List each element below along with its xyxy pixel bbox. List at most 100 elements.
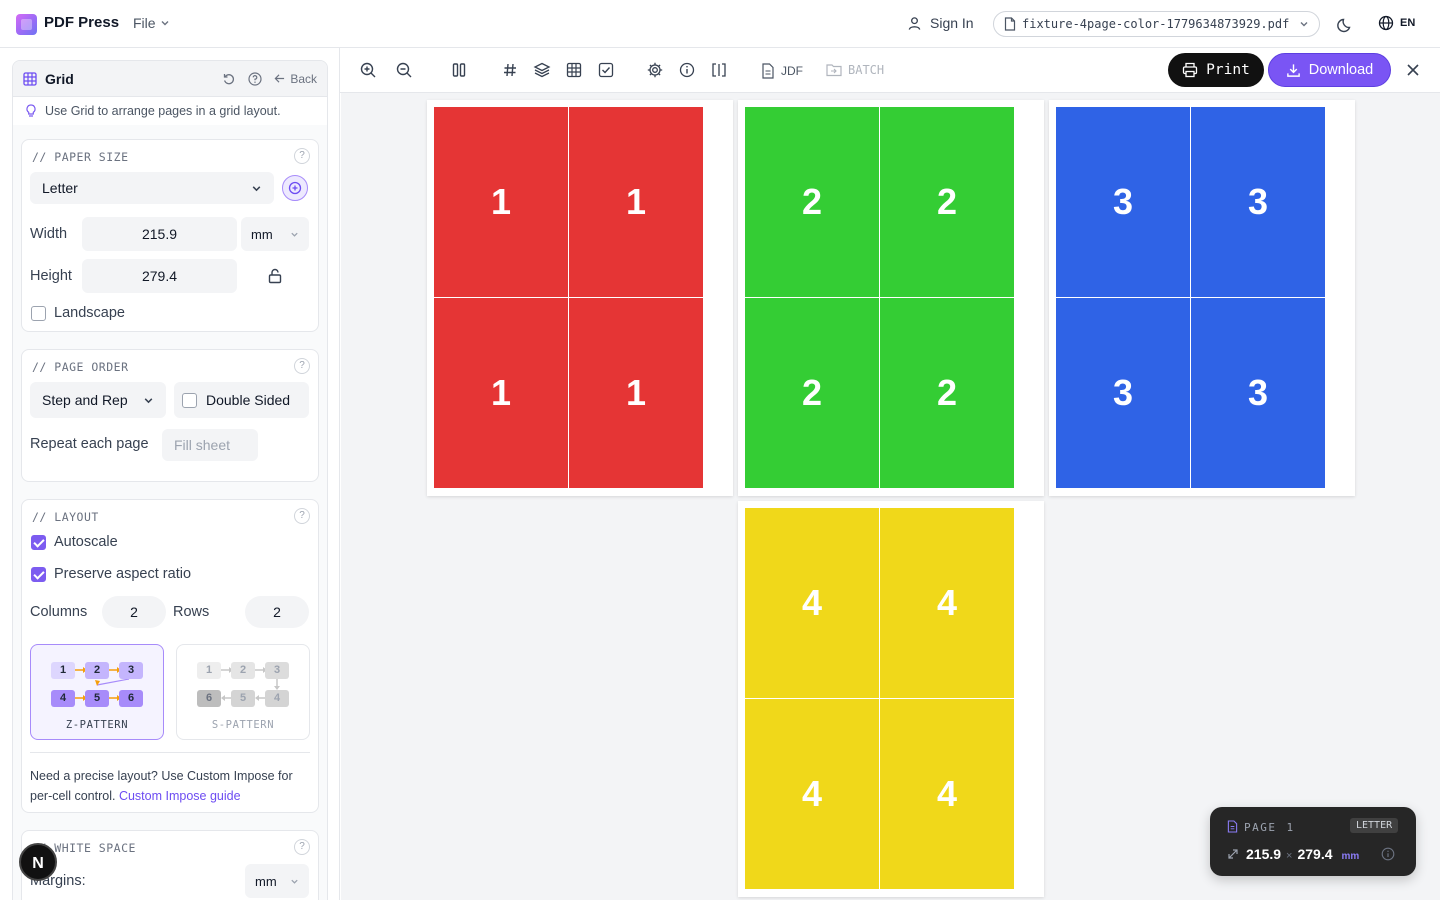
double-sided-toggle[interactable]: Double Sided	[174, 382, 309, 418]
reset-icon[interactable]	[222, 72, 236, 86]
margins-unit-select[interactable]: mm	[245, 864, 309, 898]
file-menu-button[interactable]: File	[133, 15, 170, 31]
s-pattern-option[interactable]: 1 2 3 6 5 4 S-PATTERN	[176, 644, 310, 740]
z-pattern-label: Z-PATTERN	[65, 719, 129, 731]
sign-in-button[interactable]: Sign In	[907, 15, 974, 31]
download-icon	[1286, 63, 1300, 77]
preview-canvas[interactable]: 1 1 1 1 2 2 2 2 3 3 3 3 4 4 4 4	[341, 93, 1440, 900]
page-label: PAGE	[1244, 821, 1277, 834]
custom-impose-note: Need a precise layout? Use Custom Impose…	[30, 766, 310, 806]
page-order-select[interactable]: Step and Rep	[30, 382, 166, 418]
page-tile: 4	[880, 699, 1014, 889]
help-icon[interactable]: ?	[294, 839, 310, 855]
sheet-1[interactable]: 1 1 1 1	[427, 100, 733, 496]
height-input[interactable]: 279.4	[82, 259, 237, 293]
chevron-down-icon	[291, 879, 298, 884]
sheet-grid: 4 4 4 4	[745, 508, 1014, 889]
columns-input[interactable]: 2	[102, 596, 166, 628]
split-view-icon[interactable]	[710, 61, 728, 79]
page-tile: 1	[434, 298, 568, 488]
white-space-section: // WHITE SPACE ? Margins: mm	[21, 830, 319, 900]
add-paper-size-button[interactable]	[282, 175, 308, 201]
help-icon[interactable]: ?	[294, 358, 310, 374]
layout-section: // LAYOUT ? Autoscale Preserve aspect ra…	[21, 499, 319, 813]
app-name: PDF Press	[44, 14, 120, 31]
download-button[interactable]: Download	[1268, 53, 1391, 87]
preserve-aspect-label: Preserve aspect ratio	[54, 566, 192, 582]
close-icon[interactable]	[1404, 61, 1422, 79]
sheet-4[interactable]: 4 4 4 4	[738, 501, 1044, 897]
moon-icon[interactable]	[1336, 15, 1354, 33]
back-button[interactable]: Back	[274, 72, 317, 86]
checkbox-icon[interactable]	[597, 61, 615, 79]
page-tile: 2	[880, 107, 1014, 297]
page-indicator: PAGE 1	[1244, 821, 1295, 834]
plus-circle-icon	[288, 181, 302, 195]
repeat-label: Repeat each page	[30, 436, 149, 452]
page-info-panel: PAGE 1 LETTER 215.9 × 279.4 mm	[1210, 807, 1416, 876]
pattern-cell: 1	[197, 662, 221, 679]
page-number: 1	[1286, 821, 1295, 834]
sheet-3[interactable]: 3 3 3 3	[1049, 100, 1355, 496]
app-logo	[16, 14, 37, 35]
height-label: Height	[30, 268, 72, 284]
double-sided-label: Double Sided	[206, 392, 291, 408]
page-width: 215.9	[1246, 846, 1282, 862]
app-header: PDF Press File Sign In fixture-4page-col…	[0, 0, 1440, 48]
landscape-label: Landscape	[54, 305, 125, 321]
help-icon[interactable]: ?	[294, 508, 310, 524]
page-tile: 3	[1056, 298, 1190, 488]
back-label: Back	[290, 71, 317, 86]
file-selector[interactable]: fixture-4page-color-1779634873929.pdf	[993, 11, 1320, 37]
unit-select[interactable]: mm	[241, 217, 309, 251]
unlock-icon[interactable]	[267, 268, 283, 284]
chevron-down-icon	[144, 397, 153, 403]
columns-view-icon[interactable]	[450, 61, 468, 79]
custom-impose-guide-link[interactable]: Custom Impose guide	[119, 789, 241, 803]
pattern-cell: 3	[119, 662, 143, 679]
settings-sidebar: Grid Back Use Grid to arrange pages in a…	[0, 48, 340, 900]
page-tile: 2	[880, 298, 1014, 488]
help-icon[interactable]: ?	[294, 148, 310, 164]
language-selector[interactable]: EN	[1378, 15, 1415, 31]
repeat-input[interactable]: Fill sheet	[162, 429, 258, 461]
rows-input[interactable]: 2	[245, 596, 309, 628]
info-icon[interactable]	[678, 61, 696, 79]
unit-value: mm	[251, 226, 273, 242]
jdf-button[interactable]: JDF	[761, 63, 803, 79]
gear-icon[interactable]	[646, 61, 664, 79]
autoscale-checkbox[interactable]	[31, 535, 46, 550]
print-button[interactable]: Print	[1168, 53, 1264, 87]
sign-in-label: Sign In	[930, 15, 974, 31]
hash-icon[interactable]	[501, 61, 519, 79]
download-label: Download	[1308, 62, 1374, 78]
panel-title: Grid	[45, 70, 74, 87]
page-tile: 3	[1191, 298, 1325, 488]
zoom-out-icon[interactable]	[395, 61, 413, 79]
info-icon[interactable]	[1381, 847, 1395, 861]
page-tile: 2	[745, 107, 879, 297]
help-icon[interactable]	[248, 71, 262, 86]
framework-badge[interactable]: N	[19, 843, 57, 881]
table-icon[interactable]	[565, 61, 583, 79]
width-input[interactable]: 215.9	[82, 217, 237, 251]
landscape-checkbox[interactable]	[31, 306, 46, 321]
s-pattern-label: S-PATTERN	[211, 719, 275, 731]
file-icon	[1004, 17, 1016, 31]
preserve-aspect-checkbox[interactable]	[31, 567, 46, 582]
paper-size-select[interactable]: Letter	[30, 172, 274, 204]
page-tile: 1	[434, 107, 568, 297]
page-tile: 2	[745, 298, 879, 488]
pattern-cell: 4	[265, 690, 289, 707]
rows-value: 2	[273, 604, 281, 620]
hint-row: Use Grid to arrange pages in a grid layo…	[13, 97, 327, 125]
double-sided-checkbox[interactable]	[182, 392, 197, 408]
batch-button[interactable]: BATCH	[826, 63, 884, 77]
z-pattern-option[interactable]: 1 2 3 4 5 6 Z-PATTERN	[30, 644, 164, 740]
page-order-section: // PAGE ORDER ? Step and Rep Double Side…	[21, 349, 319, 482]
zoom-in-icon[interactable]	[359, 61, 377, 79]
sheet-2[interactable]: 2 2 2 2	[738, 100, 1044, 496]
layers-icon[interactable]	[533, 61, 551, 79]
cell-divider	[1056, 297, 1325, 298]
sheet-grid: 1 1 1 1	[434, 107, 703, 488]
